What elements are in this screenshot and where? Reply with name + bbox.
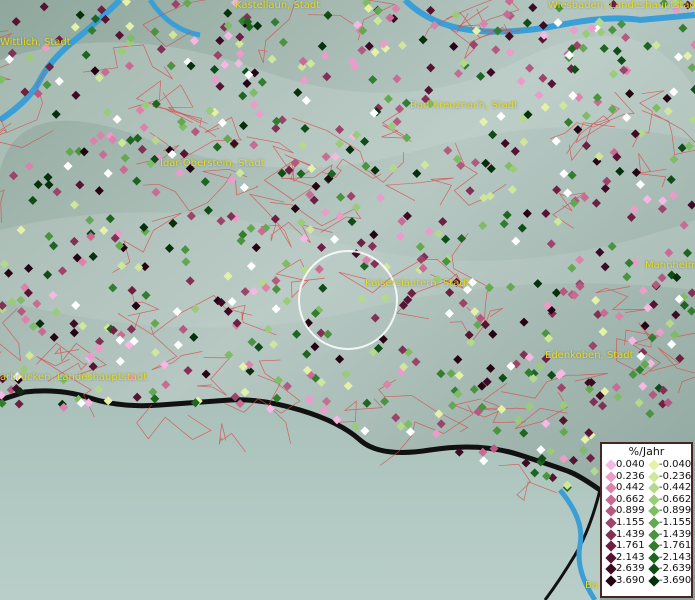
city-label: Idar-Oberstein, Stadt <box>160 158 265 169</box>
legend-swatch-positive <box>605 517 617 529</box>
legend-swatch-negative <box>648 505 660 518</box>
legend-value-positive: 1.439 <box>616 528 645 540</box>
legend-value-negative: -0.899 <box>659 505 692 517</box>
legend-row: 1.761 -1.761 <box>602 540 691 552</box>
legend-swatch-negative <box>648 552 660 564</box>
legend-value-negative: -0.040 <box>659 459 692 470</box>
map-view[interactable]: Kastellaun, Stadt Wiesbaden, Landeshaupts… <box>0 0 695 600</box>
legend-swatch-negative <box>648 528 660 541</box>
legend-value-positive: 3.690 <box>616 574 645 586</box>
legend-value-negative: -0.442 <box>659 482 692 494</box>
legend-row: 0.899 -0.899 <box>602 505 692 518</box>
legend-value-positive: 1.761 <box>616 540 645 552</box>
legend-swatch-positive <box>605 459 617 471</box>
legend-value-positive: 0.236 <box>616 470 645 482</box>
legend-value-negative: -1.439 <box>659 528 692 540</box>
legend-swatch-positive <box>605 505 617 518</box>
city-label: Mannheim <box>645 260 695 271</box>
legend-value-positive: 2.143 <box>616 551 645 563</box>
legend-swatch-positive <box>605 528 617 541</box>
legend-swatch-negative <box>648 517 660 529</box>
legend-value-positive: 1.155 <box>616 516 645 528</box>
legend-value-negative: -3.690 <box>659 574 692 586</box>
legend-swatch-negative <box>648 563 660 576</box>
city-label: Kaiserslautern, Stadt <box>365 278 470 289</box>
legend-value-negative: -1.761 <box>659 540 692 552</box>
legend-row: 1.155 -1.155 <box>602 517 691 529</box>
legend-row: 1.439 -1.439 <box>602 529 691 541</box>
legend-row: 3.690 -3.690 <box>602 575 691 587</box>
legend-swatch-positive <box>605 470 617 483</box>
city-label: Ba <box>585 580 598 591</box>
city-label: Edenkoben, Stadt <box>545 350 634 361</box>
legend-swatch-positive <box>605 540 617 552</box>
legend-title: %/Jahr <box>628 445 665 458</box>
legend-row: 2.143 -2.143 <box>602 552 691 564</box>
legend-row: 0.236 -0.236 <box>602 471 691 483</box>
legend-row: 0.442 -0.442 <box>602 482 691 494</box>
city-label: Wittlich, Stadt <box>0 37 71 48</box>
legend: %/Jahr 0.040 -0.040 0.236 -0.236 0.442 -0.442… <box>600 442 693 598</box>
legend-swatch-positive <box>605 575 617 587</box>
legend-row: 0.040 -0.040 <box>602 459 691 471</box>
legend-swatch-negative <box>648 575 660 587</box>
legend-swatch-negative <box>648 470 660 483</box>
terrain-background <box>0 0 695 600</box>
legend-swatch-negative <box>648 482 660 494</box>
legend-swatch-negative <box>648 540 660 552</box>
legend-value-positive: 2.639 <box>616 563 645 575</box>
legend-value-positive: 0.442 <box>616 482 645 494</box>
legend-value-negative: -0.236 <box>659 470 692 482</box>
city-label: Kastellaun, Stadt <box>235 0 321 11</box>
legend-value-positive: 0.899 <box>616 505 645 517</box>
legend-swatch-positive <box>605 494 617 506</box>
legend-value-negative: -2.143 <box>659 551 692 563</box>
legend-swatch-positive <box>605 552 617 564</box>
legend-swatch-negative <box>648 494 660 506</box>
legend-row: 2.639 -2.639 <box>602 563 692 576</box>
city-label: arbrücken, Landeshauptstadt <box>0 372 148 383</box>
legend-swatch-positive <box>605 482 617 494</box>
legend-value-negative: -2.639 <box>659 563 692 575</box>
legend-row: 0.662 -0.662 <box>602 494 691 506</box>
city-label: Bad Kreuznach, Stadt <box>410 100 519 111</box>
city-label: Wiesbaden, Landeshauptstadt <box>548 0 695 11</box>
legend-value-positive: 0.040 <box>616 459 645 470</box>
legend-value-positive: 0.662 <box>616 493 645 505</box>
legend-swatch-negative <box>648 459 660 471</box>
legend-value-negative: -1.155 <box>659 516 692 528</box>
legend-swatch-positive <box>605 563 617 576</box>
legend-value-negative: -0.662 <box>659 493 692 505</box>
